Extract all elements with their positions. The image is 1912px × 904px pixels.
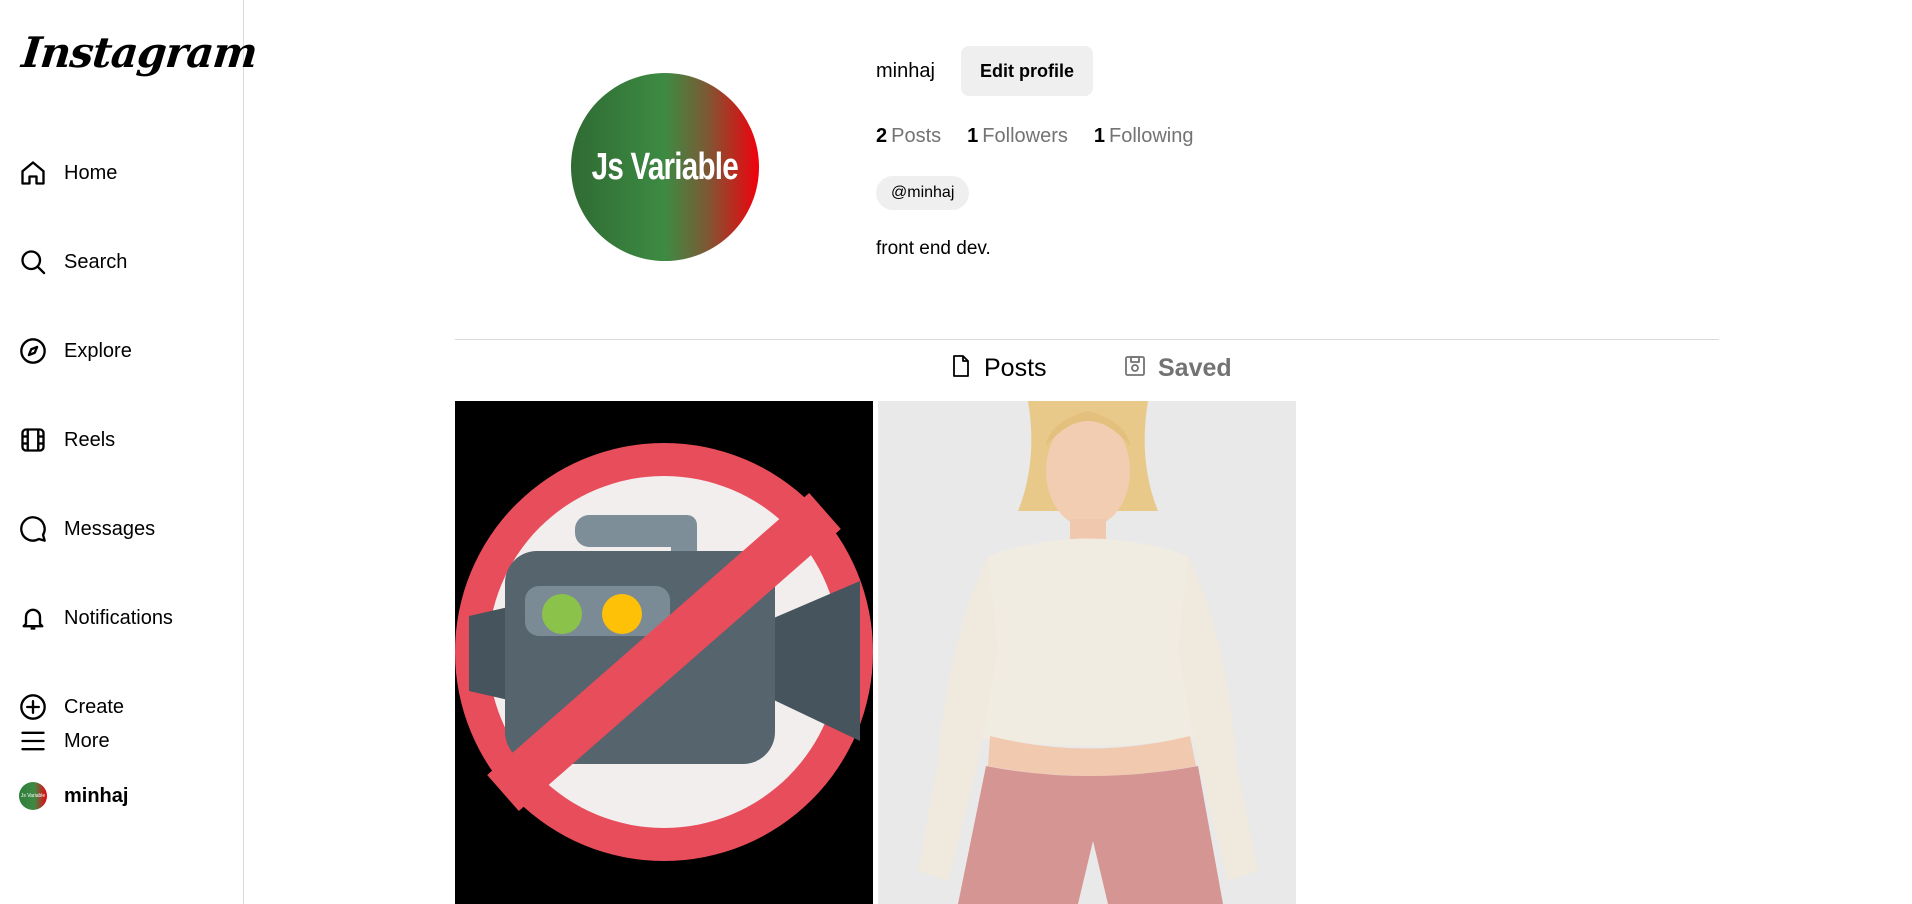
search-icon bbox=[18, 247, 48, 277]
sidebar-item-label: Notifications bbox=[64, 606, 173, 629]
message-icon bbox=[18, 514, 48, 544]
file-icon bbox=[950, 354, 972, 383]
following-count: 1 bbox=[1093, 125, 1105, 147]
fashion-photo-image bbox=[878, 401, 1296, 904]
avatar-text: Js Variable bbox=[591, 145, 739, 188]
tab-label: Posts bbox=[984, 353, 1047, 382]
profile-username: minhaj bbox=[876, 60, 935, 82]
instagram-logo[interactable]: Instagram bbox=[19, 28, 259, 77]
sidebar-item-label: Explore bbox=[64, 339, 132, 362]
sidebar: Instagram Home Search Explore Reels Mess… bbox=[0, 0, 259, 904]
edit-profile-button[interactable]: Edit profile bbox=[961, 46, 1093, 96]
sidebar-item-label: Home bbox=[64, 161, 118, 184]
home-icon bbox=[18, 158, 48, 188]
profile-bio: front end dev. bbox=[876, 238, 991, 259]
tab-saved[interactable]: Saved bbox=[1124, 350, 1232, 386]
plus-circle-icon bbox=[18, 692, 48, 722]
followers-label: Followers bbox=[982, 125, 1068, 147]
profile-avatar[interactable]: Js Variable bbox=[571, 73, 759, 261]
sidebar-item-more[interactable]: More bbox=[18, 721, 228, 761]
compass-icon bbox=[18, 336, 48, 366]
menu-icon bbox=[18, 726, 48, 756]
sidebar-item-label: minhaj bbox=[64, 784, 129, 807]
sidebar-item-profile[interactable]: Js Variable minhaj bbox=[18, 776, 228, 816]
sidebar-item-search[interactable]: Search bbox=[18, 242, 228, 282]
sidebar-item-label: Create bbox=[64, 695, 125, 718]
profile-avatar-icon: Js Variable bbox=[18, 781, 48, 811]
followers-count: 1 bbox=[967, 125, 979, 147]
post-thumbnail-2[interactable] bbox=[878, 401, 1296, 904]
sidebar-item-label: Search bbox=[64, 250, 128, 273]
sidebar-item-home[interactable]: Home bbox=[18, 153, 228, 193]
save-icon bbox=[1124, 354, 1146, 383]
sidebar-item-label: Reels bbox=[64, 428, 116, 451]
tab-label: Saved bbox=[1158, 353, 1232, 382]
sidebar-item-explore[interactable]: Explore bbox=[18, 331, 228, 371]
tab-posts[interactable]: Posts bbox=[950, 350, 1047, 386]
following-label: Following bbox=[1108, 125, 1194, 147]
sidebar-item-label: Messages bbox=[64, 517, 156, 540]
posts-label: Posts bbox=[891, 125, 942, 147]
post-thumbnail-1[interactable] bbox=[455, 401, 873, 904]
threads-handle-badge[interactable]: @minhaj bbox=[876, 176, 970, 210]
sidebar-item-notifications[interactable]: Notifications bbox=[18, 598, 228, 638]
sidebar-item-label: More bbox=[64, 729, 110, 752]
sidebar-item-reels[interactable]: Reels bbox=[18, 420, 228, 460]
tabs-divider bbox=[455, 339, 1719, 340]
reels-icon bbox=[18, 425, 48, 455]
bell-icon bbox=[18, 603, 48, 633]
profile-stats: 2 Posts 1 Followers 1 Following bbox=[876, 125, 1193, 148]
sidebar-item-messages[interactable]: Messages bbox=[18, 509, 228, 549]
followers-stat[interactable]: 1 Followers bbox=[967, 125, 1068, 148]
following-stat[interactable]: 1 Following bbox=[1094, 125, 1194, 148]
no-video-camera-image bbox=[455, 401, 873, 904]
posts-count: 2 bbox=[876, 125, 888, 147]
avatar: Js Variable bbox=[19, 782, 47, 810]
posts-stat: 2 Posts bbox=[876, 125, 941, 148]
